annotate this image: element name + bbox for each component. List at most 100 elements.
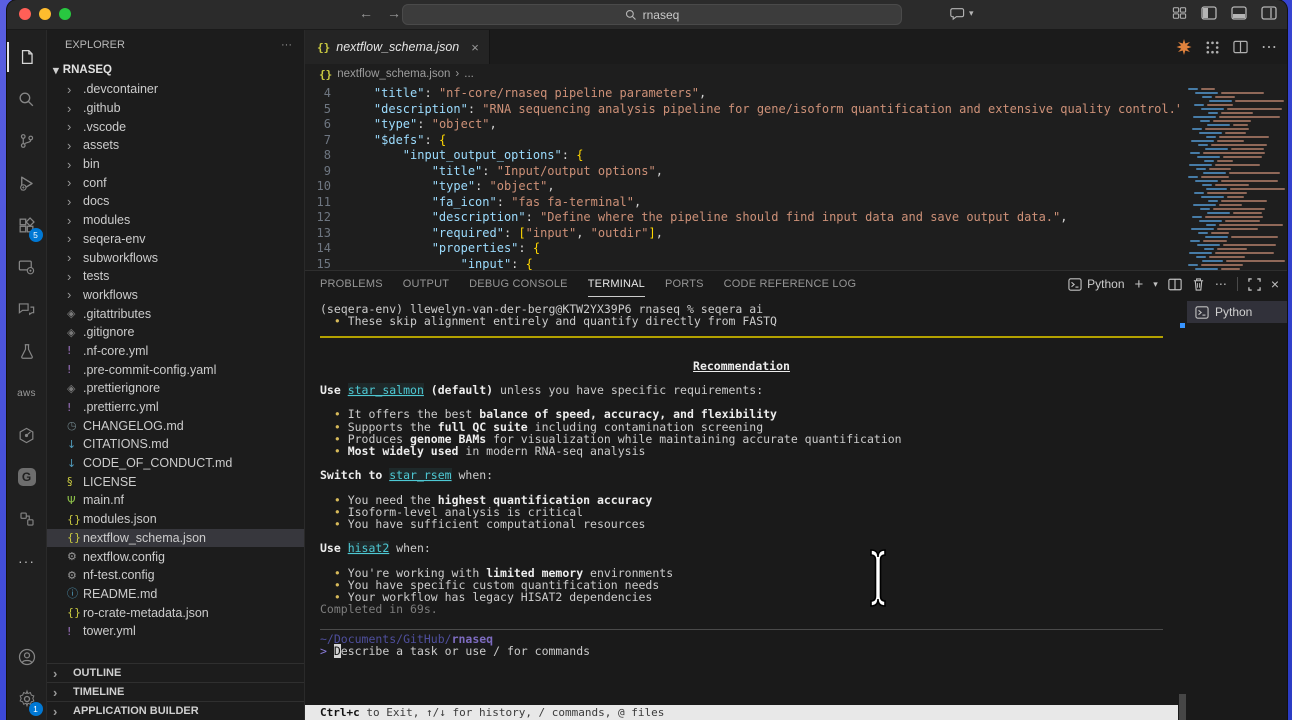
folder-tests[interactable]: ›tests xyxy=(47,267,304,286)
folder-bin[interactable]: ›bin xyxy=(47,155,304,174)
scrollbar-thumb[interactable] xyxy=(1179,694,1186,720)
file-.prettierrc.yml[interactable]: !.prettierrc.yml xyxy=(47,398,304,417)
code-line[interactable]: 7 "$defs": { xyxy=(305,133,1177,149)
code-line[interactable]: 4 "title": "nf-core/rnaseq pipeline para… xyxy=(305,86,1177,102)
code-line[interactable]: 13 "required": ["input", "outdir"], xyxy=(305,226,1177,242)
file-CHANGELOG.md[interactable]: ◷CHANGELOG.md xyxy=(47,416,304,435)
command-center-search[interactable]: rnaseq xyxy=(402,4,902,25)
file-.gitignore[interactable]: ◈.gitignore xyxy=(47,323,304,342)
schema-outline-icon[interactable] xyxy=(1205,40,1220,55)
sidebar-item-search[interactable] xyxy=(7,78,47,120)
new-terminal-button[interactable]: + xyxy=(1135,276,1144,293)
sidebar-item-source-control[interactable] xyxy=(7,120,47,162)
code-line[interactable]: 12 "description": "Define where the pipe… xyxy=(305,210,1177,226)
file-LICENSE[interactable]: §LICENSE xyxy=(47,472,304,491)
file-modules.json[interactable]: {}modules.json xyxy=(47,510,304,529)
file-nextflow.config[interactable]: ⚙nextflow.config xyxy=(47,547,304,566)
panel-tab-problems[interactable]: PROBLEMS xyxy=(320,271,383,297)
accounts-button[interactable] xyxy=(7,636,47,678)
file-.prettierignore[interactable]: ◈.prettierignore xyxy=(47,379,304,398)
panel-tab-output[interactable]: OUTPUT xyxy=(403,271,449,297)
file-nf-test.config[interactable]: ⚙nf-test.config xyxy=(47,566,304,585)
tab-nextflow-schema-json[interactable]: {} nextflow_schema.json × xyxy=(305,30,490,64)
minimap[interactable] xyxy=(1179,84,1287,270)
terminal-list-item-python[interactable]: Python xyxy=(1187,301,1287,323)
zoom-window-button[interactable] xyxy=(59,8,71,20)
code-line[interactable]: 9 "title": "Input/output options", xyxy=(305,164,1177,180)
sidebar-item-remote-explorer[interactable] xyxy=(7,246,47,288)
file-ro-crate-metadata.json[interactable]: {}ro-crate-metadata.json xyxy=(47,603,304,622)
sidebar-item-live-share[interactable] xyxy=(7,288,47,330)
more-views-button[interactable]: ··· xyxy=(7,540,47,582)
folder-seqera-env[interactable]: ›seqera-env xyxy=(47,230,304,249)
breadcrumb[interactable]: {} nextflow_schema.json › ... xyxy=(305,64,1287,84)
toggle-secondary-sidebar-icon[interactable] xyxy=(1261,6,1277,20)
sidebar-item-run-debug[interactable] xyxy=(7,162,47,204)
folder-workflows[interactable]: ›workflows xyxy=(47,286,304,305)
file-CITATIONS.md[interactable]: ↓CITATIONS.md xyxy=(47,435,304,454)
code-line[interactable]: 8 "input_output_options": { xyxy=(305,148,1177,164)
code-line[interactable]: 5 "description": "RNA sequencing analysi… xyxy=(305,102,1177,118)
folder-assets[interactable]: ›assets xyxy=(47,136,304,155)
file-main.nf[interactable]: Ψmain.nf xyxy=(47,491,304,510)
file-tower.yml[interactable]: !tower.yml xyxy=(47,622,304,641)
forward-button[interactable]: → xyxy=(387,5,401,21)
copilot-chat-button[interactable]: ▾ xyxy=(950,6,974,21)
code-line[interactable]: 11 "fa_icon": "fas fa-terminal", xyxy=(305,195,1177,211)
terminal-dropdown-icon[interactable]: ▾ xyxy=(1153,279,1158,290)
split-terminal-icon[interactable] xyxy=(1168,278,1182,291)
panel-more-actions-icon[interactable]: ⋯ xyxy=(1215,277,1227,291)
split-editor-icon[interactable] xyxy=(1233,40,1248,54)
code-line[interactable]: 14 "properties": { xyxy=(305,241,1177,257)
code-line[interactable]: 15 "input": { xyxy=(305,257,1177,271)
terminal[interactable]: (seqera-env) llewelyn-van-der-berg@KTW2Y… xyxy=(305,297,1178,720)
folder-.github[interactable]: ›.github xyxy=(47,99,304,118)
panel-tab-code-reference-log[interactable]: CODE REFERENCE LOG xyxy=(724,271,857,297)
panel-tab-terminal[interactable]: TERMINAL xyxy=(588,271,645,297)
folder-subworkflows[interactable]: ›subworkflows xyxy=(47,248,304,267)
code-line[interactable]: 6 "type": "object", xyxy=(305,117,1177,133)
minimize-window-button[interactable] xyxy=(39,8,51,20)
folder-conf[interactable]: ›conf xyxy=(47,173,304,192)
kill-terminal-icon[interactable] xyxy=(1192,277,1205,291)
toggle-sidebar-icon[interactable] xyxy=(1201,6,1217,20)
code-line[interactable]: 10 "type": "object", xyxy=(305,179,1177,195)
sidebar-item-extensions[interactable]: 5 xyxy=(7,204,47,246)
folder-modules[interactable]: ›modules xyxy=(47,211,304,230)
section-outline[interactable]: › OUTLINE xyxy=(47,663,304,682)
close-window-button[interactable] xyxy=(19,8,31,20)
file-.gitattributes[interactable]: ◈.gitattributes xyxy=(47,304,304,323)
folder-.vscode[interactable]: ›.vscode xyxy=(47,117,304,136)
panel-tab-ports[interactable]: PORTS xyxy=(665,271,704,297)
settings-button[interactable]: 1 xyxy=(7,678,47,720)
folder-docs[interactable]: ›docs xyxy=(47,192,304,211)
file-CODE_OF_CONDUCT.md[interactable]: ↓CODE_OF_CONDUCT.md xyxy=(47,454,304,473)
sidebar-actions-button[interactable]: ··· xyxy=(281,39,292,51)
root-folder-row[interactable]: ▾ RNASEQ xyxy=(47,60,304,80)
more-actions-icon[interactable]: ⋯ xyxy=(1261,37,1277,57)
file-nextflow_schema.json[interactable]: {}nextflow_schema.json xyxy=(47,529,304,548)
toggle-panel-icon[interactable] xyxy=(1231,6,1247,20)
back-button[interactable]: ← xyxy=(359,5,373,21)
sidebar-item-hex-tool[interactable] xyxy=(7,414,47,456)
sidebar-item-project-manager[interactable] xyxy=(7,498,47,540)
section-timeline[interactable]: › TIMELINE xyxy=(47,682,304,701)
sidebar-item-testing[interactable] xyxy=(7,330,47,372)
folder-.devcontainer[interactable]: ›.devcontainer xyxy=(47,80,304,99)
file-README.md[interactable]: ⓘREADME.md xyxy=(47,585,304,604)
sparkle-icon[interactable] xyxy=(1176,39,1192,55)
customize-layout-icon[interactable] xyxy=(1172,6,1187,20)
close-panel-icon[interactable]: × xyxy=(1271,276,1279,292)
sidebar-item-gitlens[interactable]: G xyxy=(7,456,47,498)
sidebar-item-aws[interactable]: aws xyxy=(7,372,47,414)
maximize-panel-icon[interactable] xyxy=(1248,278,1261,291)
panel-tab-debug-console[interactable]: DEBUG CONSOLE xyxy=(469,271,568,297)
file-.nf-core.yml[interactable]: !.nf-core.yml xyxy=(47,342,304,361)
close-tab-icon[interactable]: × xyxy=(471,40,479,55)
file-.pre-commit-config.yaml[interactable]: !.pre-commit-config.yaml xyxy=(47,360,304,379)
terminal-scrollbar[interactable] xyxy=(1178,297,1187,720)
sidebar-item-explorer[interactable] xyxy=(7,36,47,78)
terminal-shell-label[interactable]: Python xyxy=(1068,277,1124,291)
section-application-builder[interactable]: › APPLICATION BUILDER xyxy=(47,701,304,720)
code-editor[interactable]: 4 "title": "nf-core/rnaseq pipeline para… xyxy=(305,84,1287,270)
